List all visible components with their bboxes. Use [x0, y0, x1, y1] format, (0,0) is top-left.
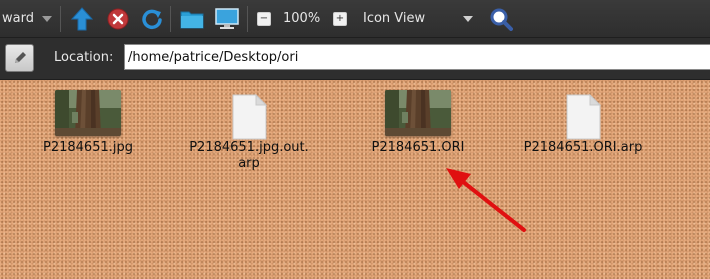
- computer-button[interactable]: [215, 0, 239, 37]
- file-name: P2184651.jpg.out. arp: [189, 140, 309, 171]
- document-icon: [566, 94, 601, 140]
- view-mode-dropdown-arrow[interactable]: [463, 0, 473, 37]
- home-folder-button[interactable]: [180, 0, 204, 37]
- up-button[interactable]: [71, 0, 93, 37]
- up-arrow-icon: [71, 6, 93, 30]
- forward-button[interactable]: ward: [2, 0, 34, 37]
- image-thumbnail: [385, 90, 451, 136]
- location-label: Location:: [54, 50, 114, 65]
- reload-icon: [142, 9, 162, 29]
- zoom-level: 100%: [283, 11, 321, 26]
- file-item[interactable]: P2184651.ORI.arp: [508, 94, 658, 156]
- location-input[interactable]: [124, 44, 710, 70]
- stop-button[interactable]: [107, 0, 129, 37]
- file-name: P2184651.ORI: [371, 140, 465, 155]
- toggle-location-edit-button[interactable]: [5, 44, 34, 72]
- plus-icon: +: [335, 13, 345, 24]
- file-item[interactable]: P2184651.ORI: [343, 90, 493, 156]
- toolbar-separator: [247, 6, 248, 32]
- file-view[interactable]: P2184651.jpg P2184651.jpg.out. arp P2184…: [0, 80, 710, 279]
- zoom-out-button[interactable]: −: [257, 12, 271, 26]
- view-mode-select[interactable]: Icon View: [363, 0, 425, 37]
- image-thumbnail: [55, 90, 121, 136]
- toolbar-separator: [60, 6, 61, 32]
- file-item[interactable]: P2184651.jpg: [13, 90, 163, 156]
- reload-button[interactable]: [141, 0, 163, 37]
- stop-icon: [107, 8, 129, 29]
- toolbar-separator: [170, 6, 171, 32]
- minus-icon: −: [259, 13, 269, 24]
- search-button[interactable]: [489, 0, 513, 37]
- computer-icon: [215, 7, 239, 29]
- document-icon: [232, 94, 267, 140]
- file-item[interactable]: P2184651.jpg.out. arp: [174, 94, 324, 172]
- pencil-icon: [14, 52, 26, 63]
- file-name: P2184651.jpg: [43, 140, 133, 155]
- search-icon: [490, 8, 513, 31]
- forward-dropdown-arrow[interactable]: [42, 0, 52, 37]
- toolbar: ward − 100% + Icon View: [0, 0, 710, 38]
- zoom-in-button[interactable]: +: [333, 12, 347, 26]
- chevron-down-icon: [463, 15, 473, 22]
- location-bar: Location:: [0, 38, 710, 80]
- folder-icon: [180, 11, 204, 28]
- chevron-down-icon: [42, 15, 52, 22]
- file-name: P2184651.ORI.arp: [523, 140, 643, 155]
